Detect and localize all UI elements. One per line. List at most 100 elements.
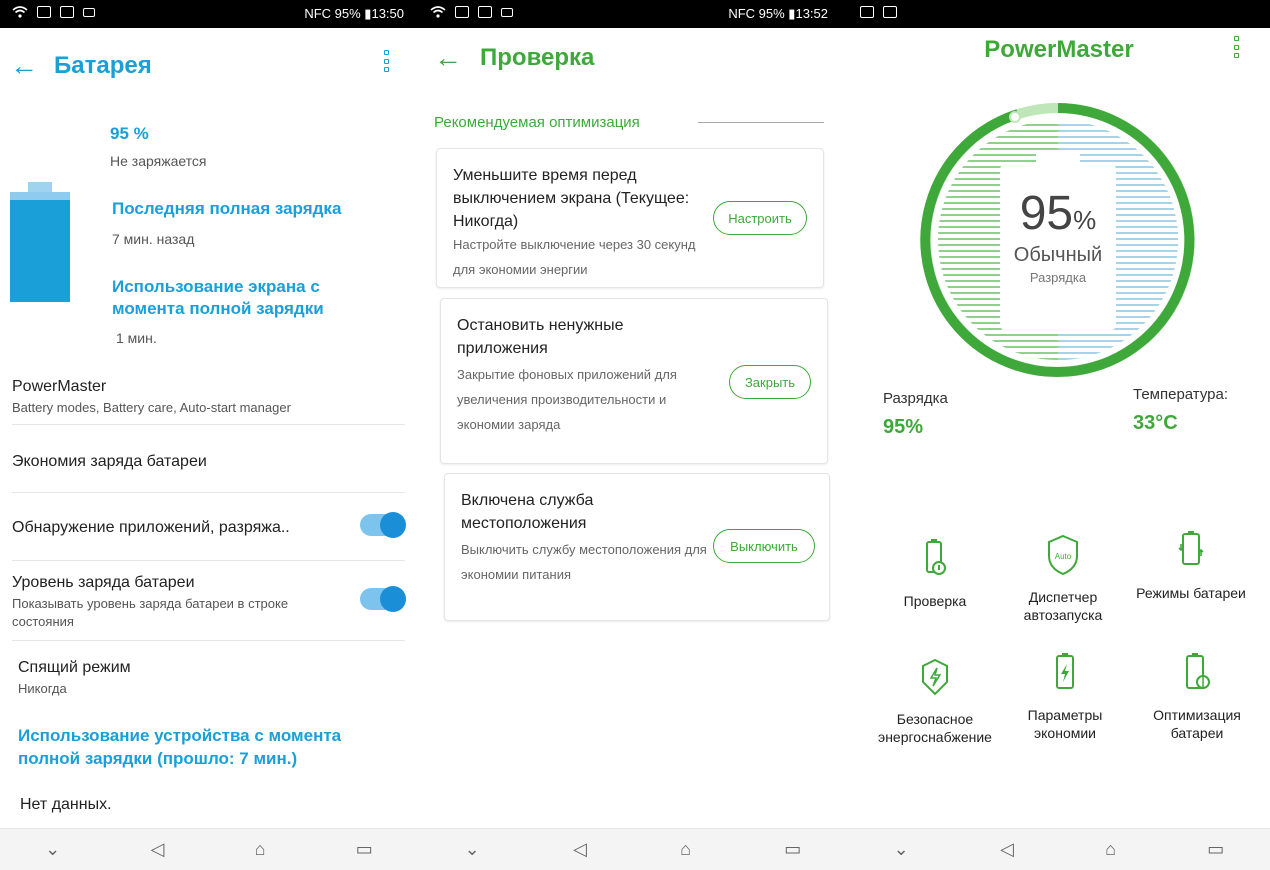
recents-icon[interactable]: ▭ bbox=[1207, 839, 1224, 860]
powermaster-panel: PowerMaster 95% Обычный Разрядка Разрядк… bbox=[848, 0, 1270, 870]
tile-optimize[interactable]: Оптимизация батареи bbox=[1132, 652, 1262, 742]
list-item-app-detection[interactable]: Обнаружение приложений, разряжа.. bbox=[12, 519, 405, 537]
notification-icon bbox=[860, 6, 874, 18]
tile-label: Безопасное энергоснабжение bbox=[878, 711, 992, 745]
battery-graphic-icon bbox=[10, 182, 70, 302]
chevron-down-icon[interactable]: ⌄ bbox=[894, 839, 909, 860]
safe-power-icon bbox=[915, 656, 955, 700]
svg-text:Auto: Auto bbox=[1055, 552, 1072, 561]
section-divider bbox=[698, 122, 824, 123]
card-description: Выключить службу местоположения для экон… bbox=[461, 542, 707, 582]
tile-label: Параметры экономии bbox=[1027, 707, 1103, 741]
wifi-icon bbox=[430, 6, 446, 18]
item-subtitle: Никогда bbox=[18, 681, 67, 696]
back-arrow-icon[interactable]: ← bbox=[10, 52, 38, 80]
gmail-icon bbox=[478, 6, 492, 18]
list-item-battery-level[interactable]: Уровень заряда батареи Показывать уровен… bbox=[12, 574, 322, 631]
battery-percent: 95 % bbox=[110, 124, 149, 143]
battery-gauge: 95% Обычный Разрядка bbox=[918, 100, 1198, 380]
close-apps-button[interactable]: Закрыть bbox=[729, 365, 811, 399]
back-arrow-icon[interactable]: ← bbox=[434, 44, 462, 72]
item-title: PowerMaster bbox=[12, 378, 107, 395]
image-icon bbox=[501, 7, 513, 17]
screen-usage-label: Использование экрана с момента полной за… bbox=[112, 277, 324, 318]
tile-label: Проверка bbox=[903, 593, 967, 609]
tile-check[interactable]: Проверка bbox=[870, 538, 1000, 610]
status-icons bbox=[860, 6, 897, 18]
item-subtitle: Battery modes, Battery care, Auto-start … bbox=[12, 400, 291, 415]
overflow-menu-icon[interactable] bbox=[1234, 36, 1240, 58]
status-icons bbox=[430, 6, 513, 18]
app-bar: ← Проверка bbox=[434, 44, 594, 72]
status-bar bbox=[848, 0, 1270, 28]
optimization-card: Включена служба местоположения Выключить… bbox=[444, 473, 830, 621]
status-icons bbox=[12, 6, 95, 18]
optimization-card: Уменьшите время перед выключением экрана… bbox=[436, 148, 824, 288]
battery-settings-panel: NFC 95% ▮13:50 ← Батарея 95 % Не заряжае… bbox=[0, 0, 418, 870]
status-right: NFC 95% ▮13:52 bbox=[728, 6, 828, 21]
gauge-status: Разрядка bbox=[1029, 270, 1087, 285]
home-icon[interactable]: ⌂ bbox=[1105, 839, 1116, 860]
back-icon[interactable]: ◁ bbox=[151, 839, 165, 860]
list-item-sleep[interactable]: Спящий режим Никогда bbox=[18, 659, 411, 698]
disable-location-button[interactable]: Выключить bbox=[713, 529, 815, 563]
page-title: Батарея bbox=[54, 52, 152, 79]
item-subtitle: Показывать уровень заряда батареи в стро… bbox=[12, 596, 289, 629]
tile-autostart[interactable]: Auto Диспетчер автозапуска bbox=[998, 534, 1128, 624]
notification-icon bbox=[37, 6, 51, 18]
configure-button[interactable]: Настроить bbox=[713, 201, 807, 235]
navigation-bar: ⌄ ◁ ⌂ ▭ bbox=[848, 828, 1270, 870]
gauge-mode: Обычный bbox=[1013, 244, 1103, 266]
discharge-label: Разрядка bbox=[883, 390, 948, 407]
overflow-menu-icon[interactable] bbox=[384, 50, 390, 72]
tile-safe-power[interactable]: Безопасное энергоснабжение bbox=[870, 656, 1000, 746]
item-title: Экономия заряда батареи bbox=[12, 453, 207, 470]
gauge-percent: 95% bbox=[1019, 187, 1097, 240]
battery-modes-icon bbox=[1171, 530, 1211, 574]
battery-check-icon bbox=[915, 538, 955, 582]
item-title: Уровень заряда батареи bbox=[12, 574, 195, 591]
back-icon[interactable]: ◁ bbox=[573, 839, 587, 860]
divider bbox=[12, 560, 405, 561]
tile-label: Режимы батареи bbox=[1136, 585, 1246, 601]
item-title: Обнаружение приложений, разряжа.. bbox=[12, 519, 290, 536]
check-panel: NFC 95% ▮13:52 ← Проверка Рекомендуемая … bbox=[418, 0, 848, 870]
battery-level-toggle[interactable] bbox=[360, 586, 406, 612]
list-item-battery-saver[interactable]: Экономия заряда батареи bbox=[12, 453, 405, 471]
gmail-icon bbox=[60, 6, 74, 18]
recents-icon[interactable]: ▭ bbox=[784, 839, 801, 860]
navigation-bar: ⌄ ◁ ⌂ ▭ bbox=[418, 828, 848, 870]
image-icon bbox=[83, 7, 95, 17]
chevron-down-icon[interactable]: ⌄ bbox=[465, 839, 480, 860]
recents-icon[interactable]: ▭ bbox=[356, 839, 373, 860]
battery-bolt-icon bbox=[1045, 652, 1085, 696]
last-full-charge-value: 7 мин. назад bbox=[112, 231, 195, 247]
list-item-powermaster[interactable]: PowerMaster Battery modes, Battery care,… bbox=[12, 378, 405, 417]
home-icon[interactable]: ⌂ bbox=[680, 839, 691, 860]
tile-label: Оптимизация батареи bbox=[1153, 707, 1241, 741]
chevron-down-icon[interactable]: ⌄ bbox=[45, 839, 60, 860]
tile-saving-params[interactable]: Параметры экономии bbox=[1000, 652, 1130, 742]
optimization-card: Остановить ненужные приложения Закрытие … bbox=[440, 298, 828, 464]
page-title: PowerMaster bbox=[984, 36, 1134, 63]
divider bbox=[12, 492, 405, 493]
wifi-icon bbox=[12, 6, 28, 18]
card-description: Закрытие фоновых приложений для увеличен… bbox=[457, 367, 677, 432]
charging-status: Не заряжается bbox=[110, 153, 207, 169]
divider bbox=[12, 424, 405, 425]
screen-usage-value: 1 мин. bbox=[116, 330, 157, 346]
back-icon[interactable]: ◁ bbox=[1000, 839, 1014, 860]
discharge-value: 95% bbox=[883, 416, 924, 438]
tile-battery-modes[interactable]: Режимы батареи bbox=[1126, 530, 1256, 602]
section-header: Рекомендуемая оптимизация bbox=[434, 114, 640, 131]
card-title: Включена служба местоположения bbox=[461, 492, 594, 532]
notification-icon bbox=[455, 6, 469, 18]
home-icon[interactable]: ⌂ bbox=[255, 839, 266, 860]
no-data-text: Нет данных. bbox=[20, 796, 112, 813]
app-bar: ← Батарея bbox=[10, 52, 152, 80]
device-usage-label: Использование устройства с момента полно… bbox=[18, 726, 342, 768]
app-detection-toggle[interactable] bbox=[360, 512, 406, 538]
status-bar: NFC 95% ▮13:52 bbox=[418, 0, 848, 28]
status-right: NFC 95% ▮13:50 bbox=[304, 6, 404, 21]
card-title: Остановить ненужные приложения bbox=[457, 317, 624, 357]
